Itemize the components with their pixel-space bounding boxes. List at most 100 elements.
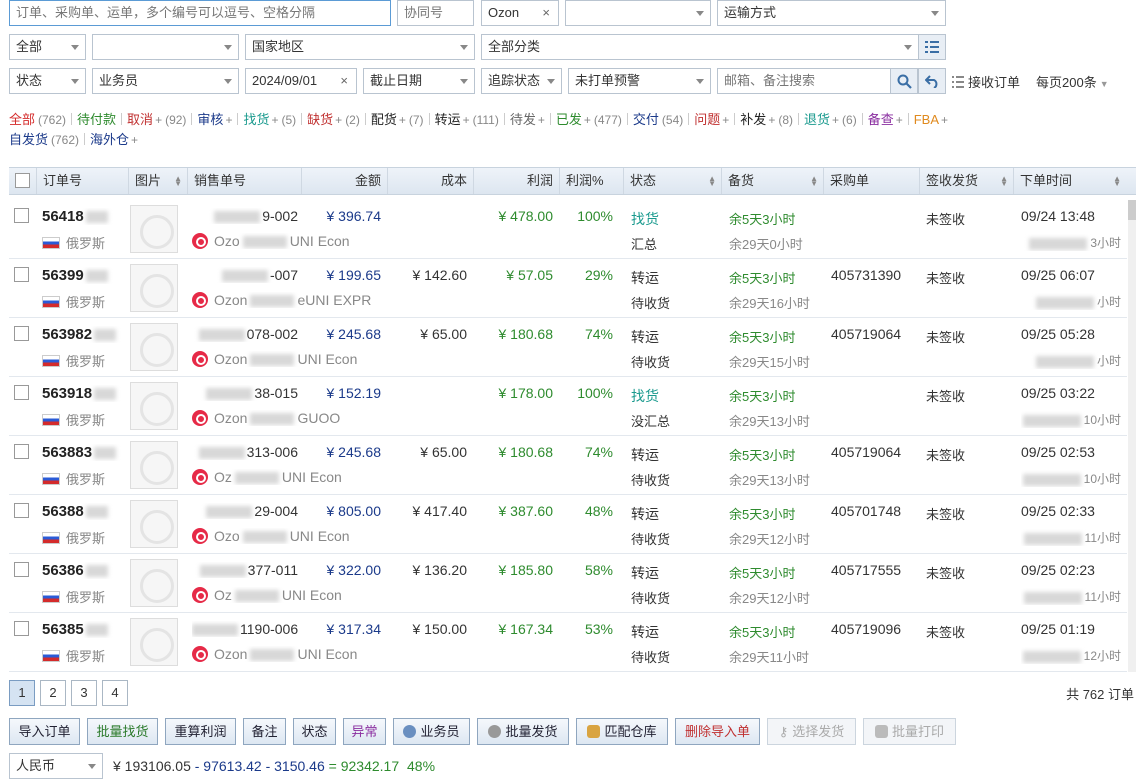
order-no[interactable]: 56386 bbox=[42, 562, 132, 579]
purchase-no[interactable]: 405731390 bbox=[831, 267, 921, 283]
col-purchase[interactable]: 采购单 bbox=[824, 168, 920, 194]
order-status[interactable]: 转运 bbox=[631, 563, 711, 583]
sales-no[interactable]: 1190-006 bbox=[192, 621, 298, 637]
sales-no[interactable]: 29-004 bbox=[192, 503, 298, 519]
purchase-no[interactable]: 405717555 bbox=[831, 562, 921, 578]
table-row[interactable]: 563982 俄罗斯 078-002 Ozon UNI Econ ¥ 245.68 ¥ 65… bbox=[9, 318, 1127, 377]
currency-select[interactable]: 人民币 bbox=[9, 753, 103, 779]
table-row[interactable]: 563918 俄罗斯 38-015 Ozon GUOO ¥ 152.19 ¥ 178.00 1… bbox=[9, 377, 1127, 436]
abnormal-button[interactable]: 异常 bbox=[343, 718, 386, 745]
unprinted-alert-select[interactable]: 未打单预警 bbox=[568, 68, 711, 94]
order-no[interactable]: 563982 bbox=[42, 326, 132, 343]
sales-no[interactable]: 377-011 bbox=[192, 562, 298, 578]
select-ship-button[interactable]: ⚷ 选择发货 bbox=[767, 718, 856, 745]
all-select[interactable]: 全部 bbox=[9, 34, 86, 60]
col-order-no[interactable]: 订单号 bbox=[37, 168, 129, 194]
col-amount[interactable]: 金额 bbox=[302, 168, 388, 194]
page-button[interactable]: 2 bbox=[40, 680, 66, 706]
status-tab[interactable]: 问题 + bbox=[694, 110, 729, 130]
sales-no[interactable]: -007 bbox=[192, 267, 298, 283]
recalc-profit-button[interactable]: 重算利润 bbox=[165, 718, 236, 745]
order-no[interactable]: 563883 bbox=[42, 444, 132, 461]
page-button[interactable]: 3 bbox=[71, 680, 97, 706]
table-row[interactable]: 563883 俄罗斯 313-006 Oz UNI Econ ¥ 245.68 ¥ 65.0… bbox=[9, 436, 1127, 495]
col-sales-no[interactable]: 销售单号 bbox=[188, 168, 302, 194]
col-stock[interactable]: 备货 ▲ ▼ bbox=[722, 168, 824, 194]
tab-plus[interactable]: + bbox=[463, 113, 470, 127]
email-note-search-input[interactable]: 邮箱、备注搜索 bbox=[717, 68, 891, 94]
tab-plus[interactable]: + bbox=[832, 113, 839, 127]
receive-orders-link[interactable]: 接收订单 bbox=[952, 72, 1020, 91]
col-image[interactable]: 图片 ▲ ▼ bbox=[129, 168, 188, 194]
tab-plus[interactable]: + bbox=[155, 113, 162, 127]
order-status[interactable]: 转运 bbox=[631, 327, 711, 347]
country-region-select[interactable]: 国家地区 bbox=[245, 34, 475, 60]
clear-icon[interactable]: × bbox=[340, 69, 348, 93]
batch-print-button[interactable]: 批量打印 bbox=[863, 718, 956, 745]
order-no[interactable]: 563918 bbox=[42, 385, 132, 402]
row-checkbox[interactable] bbox=[14, 208, 29, 223]
batch-ship-button[interactable]: 批量发货 bbox=[477, 718, 569, 745]
product-thumbnail[interactable] bbox=[130, 618, 178, 666]
platform-select[interactable]: Ozon × bbox=[481, 0, 559, 26]
status-button[interactable]: 状态 bbox=[293, 718, 336, 745]
product-thumbnail[interactable] bbox=[130, 323, 178, 371]
note-button[interactable]: 备注 bbox=[243, 718, 286, 745]
product-thumbnail[interactable] bbox=[130, 382, 178, 430]
tab-plus[interactable]: + bbox=[335, 113, 342, 127]
order-status[interactable]: 转运 bbox=[631, 504, 711, 524]
status-tab[interactable]: 全部 (762) bbox=[9, 110, 66, 130]
status-tab[interactable]: 取消 + (92) bbox=[127, 110, 186, 130]
row-checkbox[interactable] bbox=[14, 562, 29, 577]
table-row[interactable]: 56385 俄罗斯 1190-006 Ozon UNI Econ ¥ 317.34 ¥ 15… bbox=[9, 613, 1127, 672]
status-tab[interactable]: 转运 + (111) bbox=[435, 110, 499, 130]
match-warehouse-button[interactable]: 匹配仓库 bbox=[576, 718, 668, 745]
row-checkbox[interactable] bbox=[14, 326, 29, 341]
product-thumbnail[interactable] bbox=[130, 264, 178, 312]
col-profit[interactable]: 利润 bbox=[474, 168, 560, 194]
status-tab[interactable]: 补发 + (8) bbox=[740, 110, 793, 130]
deadline-date-select[interactable]: 截止日期 bbox=[363, 68, 475, 94]
order-search-input[interactable]: 订单、采购单、运单，多个编号可以逗号、空格分隔 bbox=[9, 0, 391, 26]
sales-no[interactable]: 078-002 bbox=[192, 326, 298, 342]
account-select[interactable] bbox=[92, 34, 239, 60]
row-checkbox[interactable] bbox=[14, 385, 29, 400]
tab-plus[interactable]: + bbox=[131, 133, 138, 147]
search-button[interactable] bbox=[890, 68, 918, 94]
page-button[interactable]: 4 bbox=[102, 680, 128, 706]
scrollbar-thumb[interactable] bbox=[1128, 200, 1136, 220]
status-tab[interactable]: 退货 + (6) bbox=[804, 110, 857, 130]
category-select[interactable]: 全部分类 bbox=[481, 34, 919, 60]
sales-no[interactable]: 313-006 bbox=[192, 444, 298, 460]
order-status[interactable]: 找货 bbox=[631, 209, 711, 229]
product-thumbnail[interactable] bbox=[130, 559, 178, 607]
product-thumbnail[interactable] bbox=[130, 441, 178, 489]
product-thumbnail[interactable] bbox=[130, 205, 178, 253]
status-tab[interactable]: 缺货 + (2) bbox=[307, 110, 360, 130]
select-all-checkbox[interactable] bbox=[15, 173, 30, 188]
tab-plus[interactable]: + bbox=[768, 113, 775, 127]
table-row[interactable]: 56388 俄罗斯 29-004 Ozo UNI Econ ¥ 805.00 ¥ 417.4… bbox=[9, 495, 1127, 554]
order-status[interactable]: 转运 bbox=[631, 268, 711, 288]
status-tab[interactable]: 待发 + bbox=[510, 110, 545, 130]
status-tab[interactable]: 审核 + bbox=[197, 110, 232, 130]
delete-import-button[interactable]: 删除导入单 bbox=[675, 718, 760, 745]
order-status[interactable]: 找货 bbox=[631, 386, 711, 406]
order-status[interactable]: 转运 bbox=[631, 622, 711, 642]
purchase-no[interactable]: 405719064 bbox=[831, 326, 921, 342]
table-row[interactable]: 56386 俄罗斯 377-011 Oz UNI Econ ¥ 322.00 ¥ 136.2… bbox=[9, 554, 1127, 613]
status-tab[interactable]: 找货 + (5) bbox=[243, 110, 296, 130]
per-page-select[interactable]: 每页200条 ▼ bbox=[1036, 72, 1109, 91]
status-tab[interactable]: 已发 + (477) bbox=[556, 110, 622, 130]
order-no[interactable]: 56385 bbox=[42, 621, 132, 638]
tab-plus[interactable]: + bbox=[896, 113, 903, 127]
clear-icon[interactable]: × bbox=[542, 1, 550, 25]
status-tab[interactable]: 海外仓 + bbox=[90, 130, 138, 150]
purchase-no[interactable]: 405701748 bbox=[831, 503, 921, 519]
status-tab[interactable]: 待付款 bbox=[77, 110, 116, 130]
row-checkbox[interactable] bbox=[14, 503, 29, 518]
category-list-button[interactable] bbox=[918, 34, 946, 60]
salesperson-select[interactable]: 业务员 bbox=[92, 68, 239, 94]
batch-find-button[interactable]: 批量找货 bbox=[87, 718, 158, 745]
tab-plus[interactable]: + bbox=[399, 113, 406, 127]
